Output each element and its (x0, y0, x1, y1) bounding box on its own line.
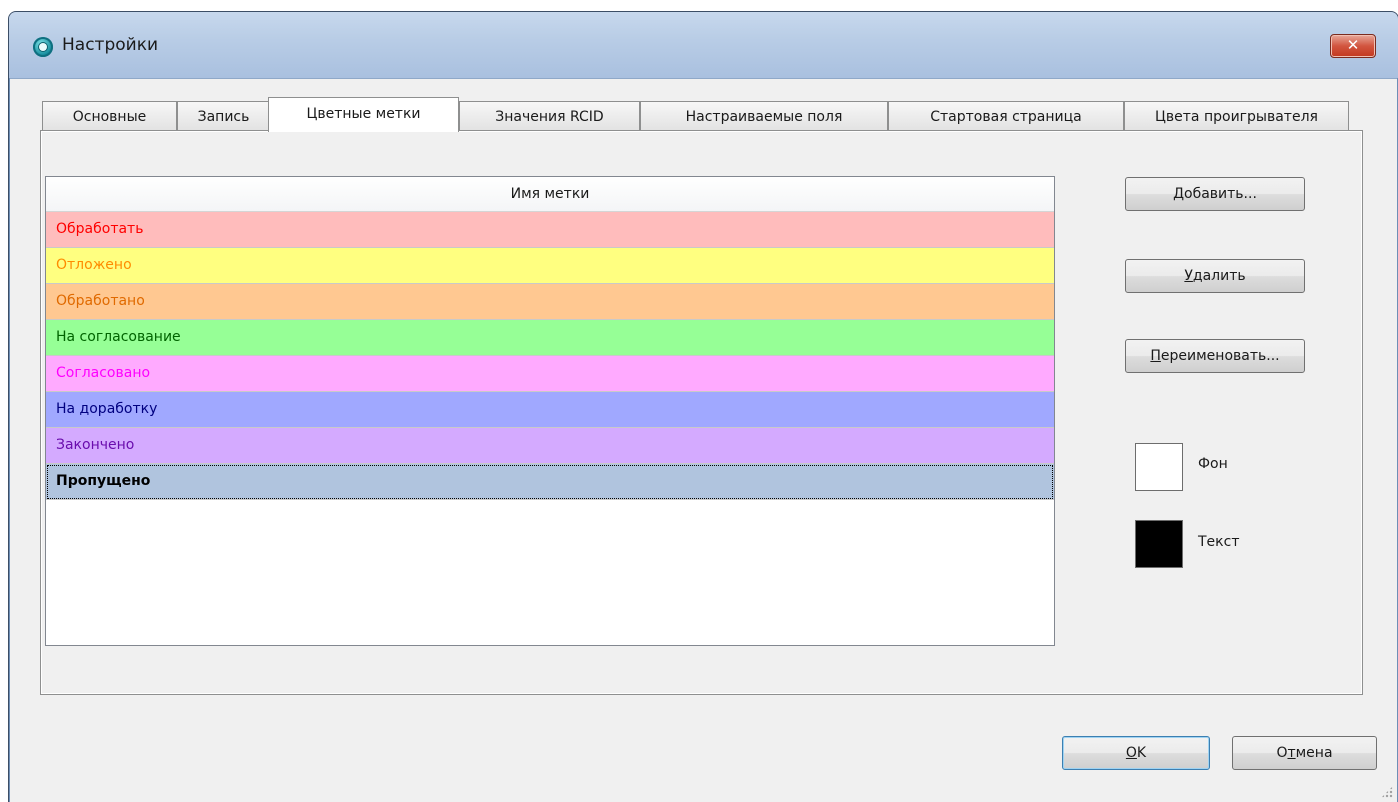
settings-window: Настройки ✕ Основные Запись Цветные метк… (9, 12, 1398, 802)
window-title: Настройки (62, 35, 159, 55)
add-button[interactable]: Добавить... (1125, 177, 1305, 211)
background-color-label: Фон (1198, 456, 1228, 472)
label-list-item[interactable]: Обработано (46, 284, 1054, 320)
close-button[interactable]: ✕ (1330, 34, 1376, 58)
app-icon (33, 37, 53, 57)
label-list-item[interactable]: Согласовано (46, 356, 1054, 392)
ok-button[interactable]: OK (1062, 736, 1210, 770)
cancel-button[interactable]: Отмена (1232, 736, 1377, 770)
label-list-item[interactable]: На согласование (46, 320, 1054, 356)
tab-basic[interactable]: Основные (42, 101, 177, 131)
label-list[interactable]: Имя метки Обработать Отложено Обработано На… (45, 176, 1055, 646)
label-list-item[interactable]: Обработать (46, 212, 1054, 248)
tab-recording[interactable]: Запись (177, 101, 270, 131)
tab-color-labels[interactable]: Цветные метки (268, 97, 459, 132)
tab-start-page[interactable]: Стартовая страница (888, 101, 1124, 131)
tab-rcid-values[interactable]: Значения RCID (459, 101, 640, 131)
label-list-item[interactable]: Отложено (46, 248, 1054, 284)
title-bar[interactable]: Настройки ✕ (9, 12, 1398, 78)
text-color-swatch[interactable] (1135, 520, 1183, 568)
text-color-label: Текст (1198, 534, 1240, 550)
delete-button[interactable]: Удалить (1125, 259, 1305, 293)
label-list-rows: Обработать Отложено Обработано На согласова… (46, 212, 1054, 500)
label-list-item[interactable]: Пропущено (46, 464, 1054, 500)
tab-custom-fields[interactable]: Настраиваемые поля (640, 101, 888, 131)
rename-button[interactable]: Переименовать... (1125, 339, 1305, 373)
background-color-swatch[interactable] (1135, 443, 1183, 491)
dialog-client-area: Основные Запись Цветные метки Значения R… (10, 78, 1397, 802)
resize-grip[interactable] (1381, 786, 1393, 798)
column-header-label-name[interactable]: Имя метки (46, 177, 1054, 212)
label-list-item[interactable]: Закончено (46, 428, 1054, 464)
label-list-item[interactable]: На доработку (46, 392, 1054, 428)
tab-player-colors[interactable]: Цвета проигрывателя (1124, 101, 1349, 131)
